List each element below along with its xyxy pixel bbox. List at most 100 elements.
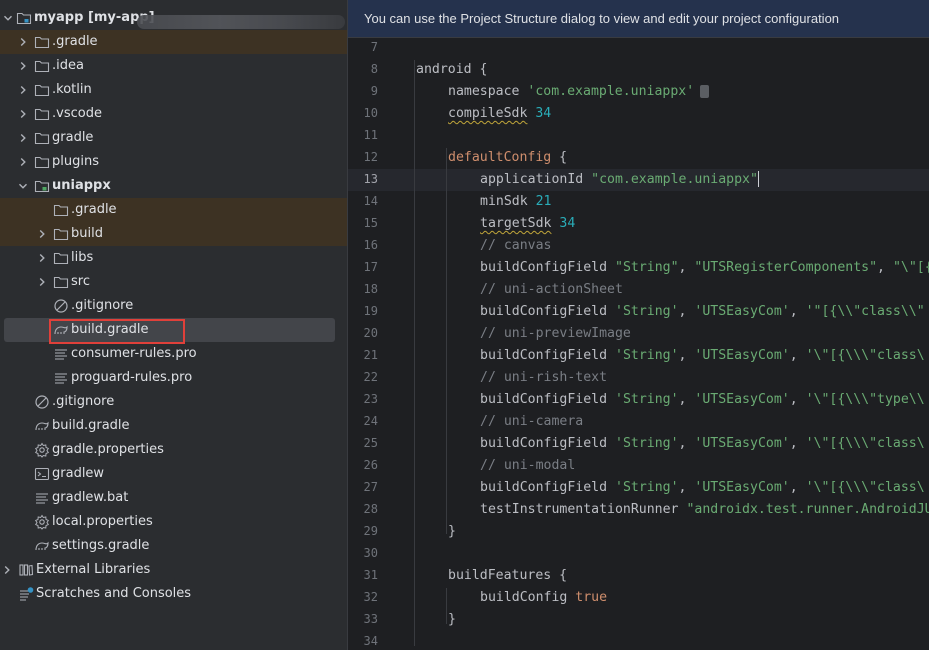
- line-number: 32: [363, 590, 378, 604]
- code-line-9: namespace 'com.example.uniappx': [448, 81, 710, 103]
- line-number: 11: [363, 128, 378, 142]
- tree-item-plugins[interactable]: plugins: [0, 150, 347, 174]
- libraries-icon: [18, 562, 34, 578]
- folder-icon: [34, 82, 50, 98]
- module-folder-icon: [34, 178, 50, 194]
- line-number: 28: [363, 502, 378, 516]
- tree-item-uniappx[interactable]: uniappx: [0, 174, 347, 198]
- code-line-14: minSdk 21: [480, 194, 552, 209]
- tree-item-dot-kotlin[interactable]: .kotlin: [0, 78, 347, 102]
- tree-item-local-properties[interactable]: local.properties: [0, 510, 347, 534]
- tree-item-label: .gitignore: [71, 298, 134, 313]
- folder-icon: [53, 250, 69, 266]
- line-number: 9: [370, 84, 378, 98]
- tree-item-dot-idea[interactable]: .idea: [0, 54, 347, 78]
- tree-item-label: gradle: [52, 130, 94, 145]
- code-line-20: // uni-previewImage: [480, 326, 631, 341]
- line-number: 17: [363, 260, 378, 274]
- tree-item-gradle[interactable]: gradle: [0, 126, 347, 150]
- line-number: 20: [363, 326, 378, 340]
- tree-item-label: build.gradle: [52, 418, 130, 433]
- folder-icon: [34, 130, 50, 146]
- chevron-right-icon[interactable]: [18, 157, 28, 167]
- code-editor[interactable]: You can use the Project Structure dialog…: [347, 0, 929, 650]
- line-number: 34: [363, 634, 378, 648]
- code-line-24: // uni-camera: [480, 414, 584, 429]
- chevron-right-icon[interactable]: [37, 253, 47, 263]
- chevron-down-icon[interactable]: [3, 13, 13, 23]
- tree-item-dot-gitignore[interactable]: .gitignore: [0, 390, 347, 414]
- gradle-file-icon: [34, 538, 50, 554]
- chevron-right-icon[interactable]: [37, 229, 47, 239]
- chevron-right-icon[interactable]: [37, 277, 47, 287]
- chevron-down-icon[interactable]: [18, 181, 28, 191]
- chevron-right-icon[interactable]: [2, 565, 12, 575]
- tree-root-myapp[interactable]: myapp [my-app]: [0, 6, 347, 30]
- line-number: 16: [363, 238, 378, 252]
- tree-item-label: local.properties: [52, 514, 153, 529]
- chevron-right-icon[interactable]: [18, 61, 28, 71]
- line-number: 13: [363, 172, 378, 186]
- code-line-21: buildConfigField 'String', 'UTSEasyCom',…: [480, 348, 925, 363]
- code-line-29: }: [448, 524, 456, 539]
- tree-item-label: Scratches and Consoles: [36, 586, 192, 601]
- chevron-right-icon[interactable]: [18, 37, 28, 47]
- line-number: 14: [363, 194, 378, 208]
- scratches-icon: [18, 586, 34, 602]
- tree-item-gradle-properties[interactable]: gradle.properties: [0, 438, 347, 462]
- tree-item-external-libraries[interactable]: External Libraries: [0, 558, 347, 582]
- tree-item-build[interactable]: build: [0, 222, 347, 246]
- line-number: 12: [363, 150, 378, 164]
- chevron-right-icon[interactable]: [18, 85, 28, 95]
- tree-item-label: uniappx: [52, 178, 111, 193]
- tree-item-libs[interactable]: libs: [0, 246, 347, 270]
- text-file-icon: [34, 490, 50, 506]
- tree-item-settings-gradle[interactable]: settings.gradle: [0, 534, 347, 558]
- tree-item-dot-vscode[interactable]: .vscode: [0, 102, 347, 126]
- tree-item-scratches-and-consoles[interactable]: Scratches and Consoles: [0, 582, 347, 606]
- tree-item-dot-gradle[interactable]: .gradle: [0, 198, 347, 222]
- tree-item-gradlew-bat[interactable]: gradlew.bat: [0, 486, 347, 510]
- project-tree-panel: myapp [my-app] .gradle .idea .kotlin .vscod…: [0, 0, 347, 650]
- tree-item-proguard-rules-pro[interactable]: proguard-rules.pro: [0, 366, 347, 390]
- tree-item-gradlew[interactable]: gradlew: [0, 462, 347, 486]
- line-number-gutter: 7 8 9 10 11 12 13 14 15 16 17 18 19 20 21 22 23 24 25 26 27 2…: [348, 38, 412, 650]
- tree-item-label: libs: [71, 250, 94, 265]
- line-number: 31: [363, 568, 378, 582]
- text-file-icon: [53, 370, 69, 386]
- line-number: 26: [363, 458, 378, 472]
- tree-item-src[interactable]: src: [0, 270, 347, 294]
- highlight-box: [49, 319, 185, 344]
- code-line-19: buildConfigField 'String', 'UTSEasyCom',…: [480, 304, 925, 319]
- tree-item-label: gradle.properties: [52, 442, 164, 457]
- tree-item-consumer-rules-pro[interactable]: consumer-rules.pro: [0, 342, 347, 366]
- line-number: 21: [363, 348, 378, 362]
- tree-item-label: plugins: [52, 154, 99, 169]
- code-line-17: buildConfigField "String", "UTSRegisterC…: [480, 260, 929, 275]
- folder-icon: [34, 154, 50, 170]
- chevron-right-icon[interactable]: [18, 109, 28, 119]
- code-line-33: }: [448, 612, 456, 627]
- tree-item-label: proguard-rules.pro: [71, 370, 193, 385]
- line-number: 19: [363, 304, 378, 318]
- line-number: 8: [370, 62, 378, 76]
- tree-item-build-gradle[interactable]: build.gradle: [0, 414, 347, 438]
- tree-item-dot-gradle[interactable]: .gradle: [0, 30, 347, 54]
- tree-item-label: gradlew: [52, 466, 105, 481]
- ignore-file-icon: [34, 394, 50, 410]
- code-line-16: // canvas: [480, 238, 552, 253]
- chevron-right-icon[interactable]: [18, 133, 28, 143]
- tree-item-dot-gitignore[interactable]: .gitignore: [0, 294, 347, 318]
- gradle-file-icon: [34, 418, 50, 434]
- code-line-8: android {: [416, 62, 488, 77]
- line-number: 7: [370, 40, 378, 54]
- folder-icon: [53, 274, 69, 290]
- project-structure-banner[interactable]: You can use the Project Structure dialog…: [348, 0, 929, 38]
- code-line-18: // uni-actionSheet: [480, 282, 623, 297]
- folder-icon: [34, 34, 50, 50]
- tree-item-label: .kotlin: [52, 82, 92, 97]
- code-line-10: compileSdk 34: [448, 106, 552, 121]
- code-line-12: defaultConfig {: [448, 150, 568, 165]
- line-number: 23: [363, 392, 378, 406]
- tree-item-label: src: [71, 274, 90, 289]
